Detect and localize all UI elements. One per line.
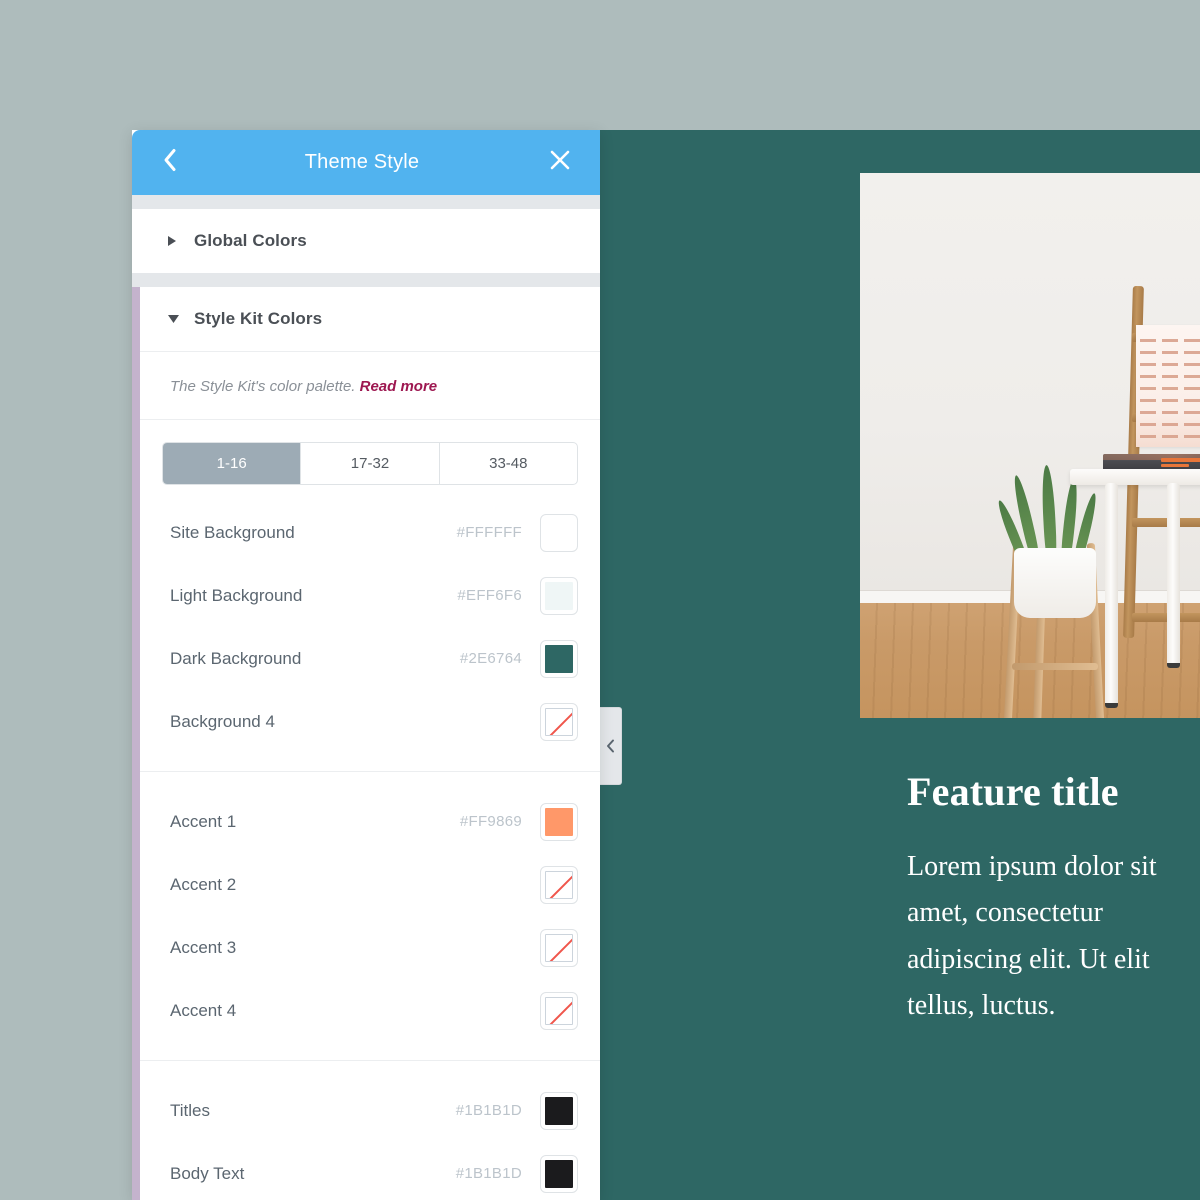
color-row-label: Site Background: [170, 522, 295, 542]
color-row: Accent 3: [140, 916, 600, 979]
caret-right-icon: [168, 236, 180, 246]
color-swatch[interactable]: [540, 865, 578, 904]
range-tabs-container: 1-16 17-32 33-48: [140, 419, 600, 495]
panel-title: Theme Style: [304, 151, 420, 173]
color-swatch[interactable]: [540, 576, 578, 615]
read-more-link[interactable]: Read more: [360, 378, 438, 395]
color-rows-container: Site Background #FFFFFF Light Background #E…: [140, 495, 600, 1200]
color-row-hex: #EFF6F6: [457, 587, 522, 604]
photo-blanket: [1136, 325, 1200, 447]
style-kit-description: The Style Kit's color palette. Read more: [140, 351, 600, 419]
close-icon: [549, 149, 571, 176]
chevron-left-icon: [163, 148, 178, 177]
color-swatch[interactable]: [540, 928, 578, 967]
color-row-label: Background 4: [170, 711, 275, 731]
range-tab-33-48[interactable]: 33-48: [440, 443, 577, 484]
photo-table-leg: [1105, 483, 1118, 708]
chevron-left-icon: [606, 739, 615, 753]
color-row-label: Dark Background: [170, 648, 302, 668]
color-swatch[interactable]: [540, 513, 578, 552]
color-row-hex: #1B1B1D: [455, 1102, 522, 1119]
color-row: Background 4: [140, 690, 600, 753]
panel-header: Theme Style: [132, 130, 600, 195]
accordion-style-kit-colors-label: Style Kit Colors: [194, 309, 323, 328]
color-row-label: Body Text: [170, 1163, 245, 1183]
section-divider: [132, 273, 600, 287]
color-group-accents: Accent 1 #FF9869 Accent 2 Accent 3 Accent 4: [140, 771, 600, 1060]
color-row: Accent 4: [140, 979, 600, 1042]
section-divider: [132, 195, 600, 209]
color-row-label: Light Background: [170, 585, 303, 605]
color-row-hex: #FFFFFF: [456, 524, 522, 541]
style-kit-description-text: The Style Kit's color palette.: [170, 378, 356, 395]
preview-canvas: Feature title Lorem ipsum dolor sit amet…: [600, 130, 1200, 1200]
color-row-label: Titles: [170, 1100, 210, 1120]
accordion-global-colors-label: Global Colors: [194, 231, 307, 250]
panel-collapse-handle[interactable]: [600, 707, 622, 785]
color-row: Accent 1 #FF9869: [140, 790, 600, 853]
photo-ladder-rung: [1132, 518, 1200, 527]
color-row-hex: #FF9869: [459, 813, 522, 830]
close-button[interactable]: [538, 130, 582, 195]
color-swatch[interactable]: [540, 802, 578, 841]
color-group-text: Titles #1B1B1D Body Text #1B1B1D: [140, 1060, 600, 1200]
theme-style-panel: Theme Style Global Colors Style Kit Colo…: [132, 130, 600, 1200]
photo-table-top: [1070, 469, 1200, 485]
color-row: Light Background #EFF6F6: [140, 564, 600, 627]
back-button[interactable]: [150, 130, 190, 195]
preview-photo: [860, 173, 1200, 718]
color-swatch[interactable]: [540, 1091, 578, 1130]
color-swatch[interactable]: [540, 991, 578, 1030]
range-tab-17-32[interactable]: 17-32: [301, 443, 440, 484]
color-row: Dark Background #2E6764: [140, 627, 600, 690]
color-swatch[interactable]: [540, 1154, 578, 1193]
photo-plant-pot: [1014, 548, 1096, 618]
range-tab-1-16[interactable]: 1-16: [163, 443, 302, 484]
color-row: Body Text #1B1B1D: [140, 1142, 600, 1200]
caret-down-icon: [168, 315, 180, 323]
photo-ladder-rung: [1132, 613, 1200, 622]
section-style-kit-colors: Style Kit Colors The Style Kit's color p…: [132, 287, 600, 1200]
preview-feature-body: Lorem ipsum dolor sit amet, consectetur …: [907, 851, 1157, 1022]
color-row-hex: #1B1B1D: [455, 1165, 522, 1182]
color-swatch[interactable]: [540, 702, 578, 741]
color-row: Titles #1B1B1D: [140, 1079, 600, 1142]
color-row-hex: #2E6764: [459, 650, 522, 667]
preview-feature-title: Feature title: [907, 769, 1119, 814]
photo-table-leg: [1167, 483, 1180, 668]
color-row-label: Accent 1: [170, 811, 237, 831]
range-tabs: 1-16 17-32 33-48: [162, 442, 578, 485]
color-swatch[interactable]: [540, 639, 578, 678]
color-row: Accent 2: [140, 853, 600, 916]
preview-text-block: Feature title Lorem ipsum dolor sit amet…: [907, 770, 1200, 1030]
color-row-label: Accent 2: [170, 874, 237, 894]
color-row-label: Accent 3: [170, 937, 237, 957]
color-row: Site Background #FFFFFF: [140, 501, 600, 564]
accordion-style-kit-colors[interactable]: Style Kit Colors: [140, 287, 600, 351]
color-group-backgrounds: Site Background #FFFFFF Light Background #E…: [140, 495, 600, 771]
color-row-label: Accent 4: [170, 1000, 237, 1020]
accordion-global-colors[interactable]: Global Colors: [132, 209, 600, 273]
